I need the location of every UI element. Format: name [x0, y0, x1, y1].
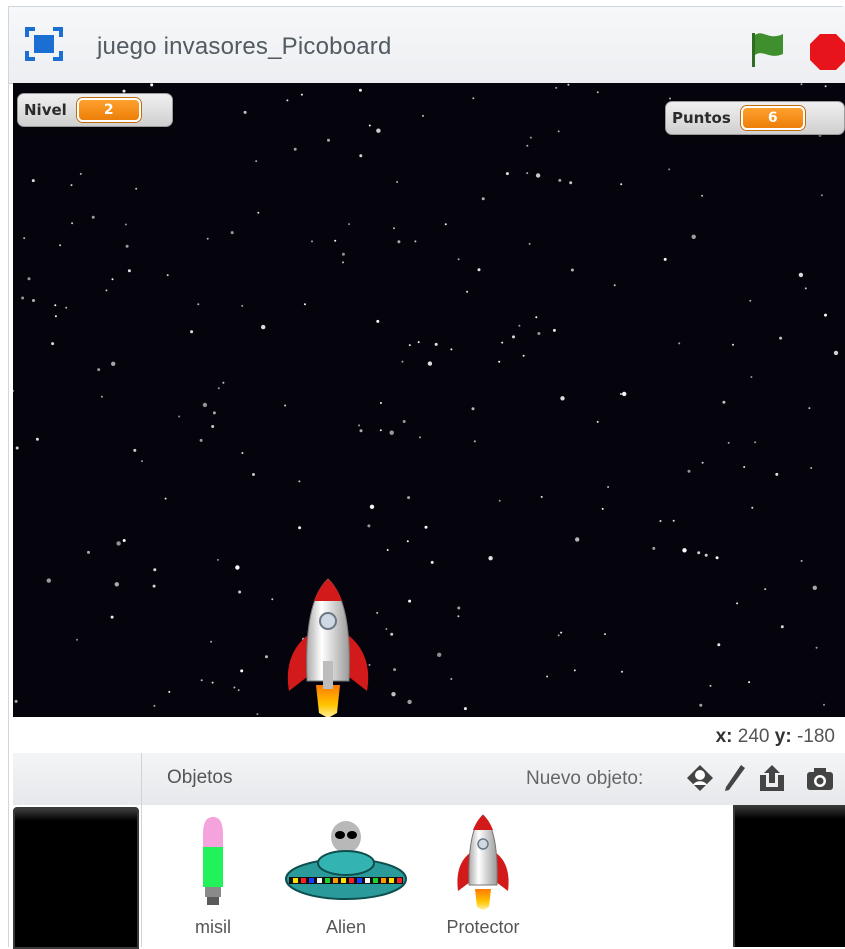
starfield	[13, 83, 839, 716]
monitor-label: Puntos	[672, 109, 731, 127]
stage-titlebar: juego invasores_Picoboard	[9, 7, 845, 84]
monitor-value: 6	[740, 106, 805, 130]
sprite-tile-protector[interactable]: Protector	[433, 811, 533, 937]
x-value: 240	[737, 726, 770, 747]
monitor-value: 2	[76, 98, 141, 122]
objetos-label: Objetos	[167, 767, 233, 788]
monitor-puntos[interactable]: Puntos 6	[665, 101, 845, 135]
project-title: juego invasores_Picoboard	[97, 33, 392, 60]
mouse-coordinates: x: 240 y: -180	[13, 717, 845, 754]
stop-icon[interactable]	[809, 33, 845, 71]
x-label: x:	[715, 726, 733, 747]
monitor-label: Nivel	[24, 101, 67, 119]
rocket-sprite[interactable]	[283, 573, 373, 717]
sprite-tile-misil[interactable]: misil	[168, 811, 258, 937]
sprites-header: Objetos Nuevo objeto:	[13, 753, 845, 806]
rocket-thumbnail	[457, 814, 509, 910]
green-flag-icon[interactable]	[749, 29, 787, 69]
monitor-nivel[interactable]: Nivel 2	[17, 93, 173, 127]
coords-readout: x: 240 y: -180	[716, 726, 835, 748]
camera-icon[interactable]	[805, 763, 835, 793]
sprite-list-pane: misil Alien Protector	[13, 805, 845, 949]
sprite-name: Protector	[446, 917, 520, 937]
choose-sprite-icon[interactable]	[685, 763, 715, 793]
sprite-name: Alien	[325, 917, 367, 937]
upload-icon[interactable]	[757, 763, 787, 793]
y-value: -180	[796, 726, 835, 747]
header-divider	[141, 753, 142, 805]
sprite-tile-alien[interactable]: Alien	[281, 811, 411, 937]
alien-ship-thumbnail	[285, 821, 407, 900]
fullscreen-icon[interactable]	[25, 27, 63, 61]
missile-thumbnail	[203, 817, 223, 905]
scroll-thumbnail[interactable]	[733, 805, 845, 947]
paint-brush-icon[interactable]	[719, 763, 749, 793]
stage-thumbnail[interactable]	[13, 807, 139, 949]
new-sprite-label: Nuevo objeto:	[526, 768, 644, 789]
sprite-name: misil	[195, 917, 231, 937]
stage-canvas[interactable]: Nivel 2 Puntos 6	[13, 83, 845, 717]
y-label: y:	[774, 726, 792, 747]
